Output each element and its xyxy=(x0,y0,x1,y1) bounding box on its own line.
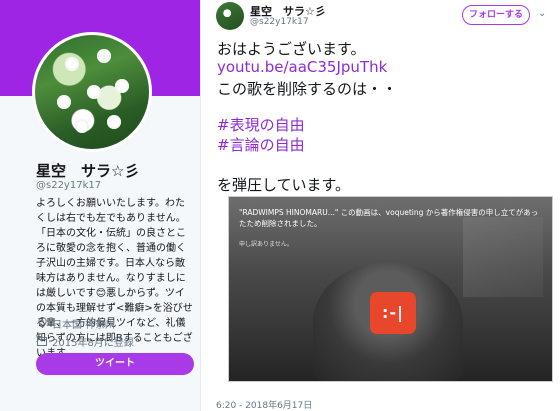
profile-joined: 2015年8月に登録 xyxy=(36,334,134,349)
calendar-icon xyxy=(36,336,48,349)
tweet-button[interactable]: ツイート xyxy=(36,353,194,375)
hashtag-link[interactable]: #言論の自由 xyxy=(217,134,305,155)
follow-button[interactable]: フォローする xyxy=(462,5,530,25)
joined-text: 2015年8月に登録 xyxy=(52,338,134,349)
tweet-panel: 星空 サラ☆彡 @s22y17k17 フォローする ⌄ おはようございます。 y… xyxy=(200,0,560,411)
profile-handle[interactable]: @s22y17k17 xyxy=(36,180,101,191)
location-pin-icon xyxy=(36,316,48,331)
error-face-icon: :-| xyxy=(382,303,404,322)
video-background-shape xyxy=(463,217,543,297)
profile-name[interactable]: 星空 サラ☆彡 xyxy=(36,160,139,181)
video-apology: 申し訳ありません。 xyxy=(239,241,293,248)
tweet-timestamp[interactable]: 6:20 - 2018年6月17日 xyxy=(216,398,312,411)
hashtag-link[interactable]: #表現の自由 xyxy=(217,114,305,135)
chevron-down-icon[interactable]: ⌄ xyxy=(538,8,546,19)
video-error-icon: :-| xyxy=(370,292,416,334)
author-handle[interactable]: @s22y17k17 xyxy=(250,17,309,27)
profile-sidebar: 星空 サラ☆彡 @s22y17k17 よろしくお願いいたします。わたくしは右でも… xyxy=(0,0,200,411)
location-text: 日本国 神奈川 xyxy=(52,320,116,331)
author-avatar[interactable] xyxy=(216,2,244,30)
tweet-text-line: この歌を削除するのは・・ xyxy=(217,80,398,98)
panel-divider xyxy=(200,0,201,411)
profile-location: 日本国 神奈川 xyxy=(36,316,115,331)
tweet-link[interactable]: youtu.be/aaC35JpuThk xyxy=(217,58,387,76)
profile-avatar[interactable] xyxy=(32,32,152,152)
video-removed-message: "RADWIMPS HINOMARU..." この動画は、voqueting か… xyxy=(239,208,539,228)
tweet-text-line: を弾圧しています。 xyxy=(217,176,351,194)
video-embed[interactable]: "RADWIMPS HINOMARU..." この動画は、voqueting か… xyxy=(228,196,553,382)
tweet-text-line: おはようございます。 xyxy=(217,40,366,58)
